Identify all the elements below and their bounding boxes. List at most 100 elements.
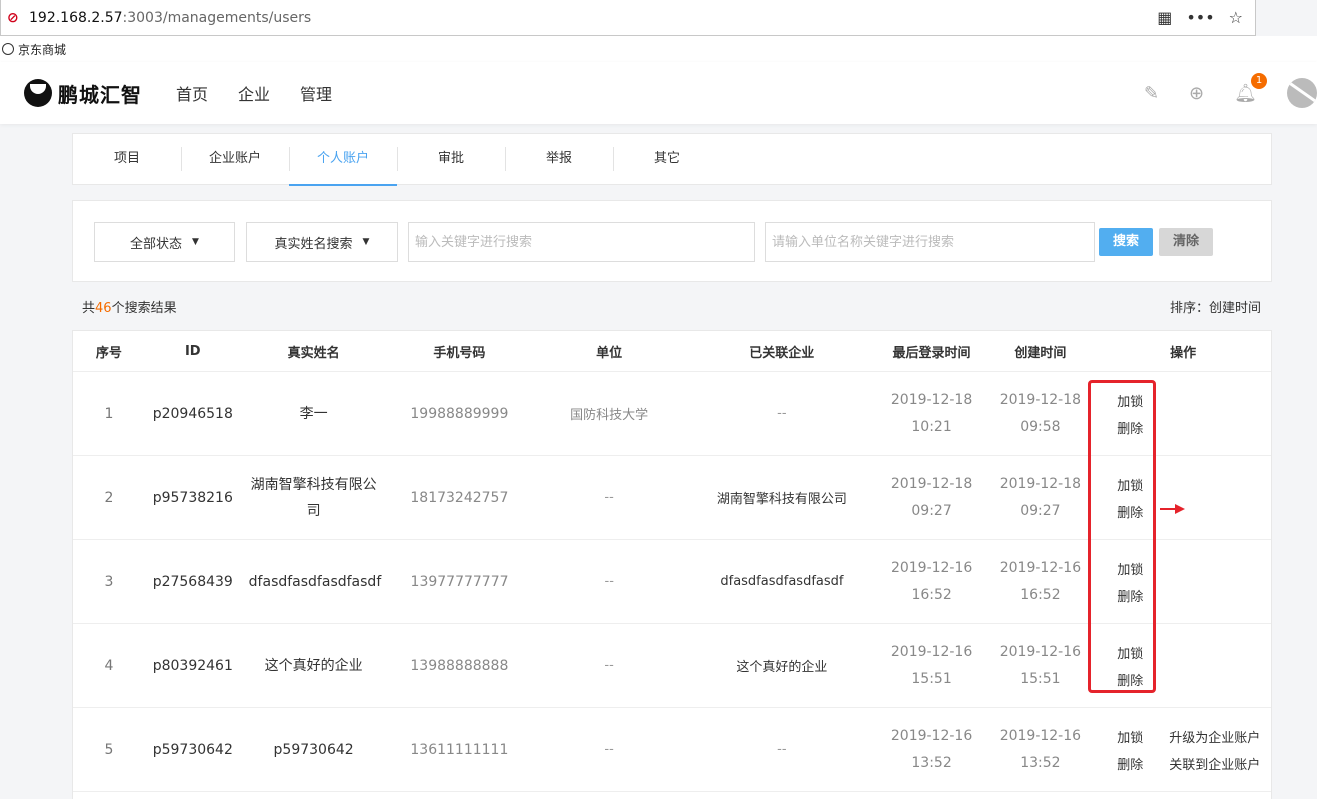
cell-no: 2 [104,489,114,506]
cell-company: 湖南智擎科技有限公司 [716,492,847,507]
tab-other[interactable]: 其它 [613,133,721,185]
cell-name: 李一 [299,405,328,422]
cell-phone: 13611111111 [410,741,509,758]
cell-name: 这个真好的企业 [264,657,363,674]
header-actions: 操作 [1170,345,1197,361]
lock-action[interactable]: 加锁 [1117,727,1169,746]
users-table: 序号 ID 真实姓名 手机号码 单位 已关联企业 最后登录时间 创建时间 操作 … [72,330,1272,799]
org-input[interactable]: 请输入单位名称关键字进行搜索 [765,222,1095,262]
tab-personal-accounts[interactable]: 个人账户 [289,133,397,186]
cell-actions: 加锁 删除 [1095,559,1271,605]
header-id: ID [184,343,201,359]
lock-action[interactable]: 加锁 [1117,391,1169,410]
table-row: 4 p80392461 这个真好的企业 13988888888 -- 这个真好的… [73,624,1271,708]
qr-code-icon[interactable]: ▦ [1157,8,1172,27]
delete-action[interactable]: 删除 [1117,418,1169,437]
cell-no: 3 [104,573,114,590]
filter-bar: 全部状态 ▼ 真实姓名搜索 ▼ 输入关键字进行搜索 请输入单位名称关键字进行搜索 搜… [72,200,1272,282]
cell-name: 湖南智擎科技有限公司 [250,476,377,519]
delete-action[interactable]: 删除 [1117,586,1169,605]
tab-projects[interactable]: 项目 [73,133,181,185]
more-icon[interactable]: ••• [1186,8,1214,27]
avatar[interactable] [1287,78,1317,108]
tab-enterprise-accounts[interactable]: 企业账户 [181,133,289,185]
notification-badge: 1 [1251,72,1267,89]
table-row: 5 p59730642 p59730642 13611111111 -- -- … [73,708,1271,792]
logo-icon [24,79,52,107]
cell-org: -- [604,574,614,589]
clear-button[interactable]: 清除 [1159,228,1213,256]
header-name: 真实姓名 [287,345,340,361]
tab-reports[interactable]: 举报 [505,133,613,185]
edit-icon[interactable]: ✎ [1144,83,1159,104]
cell-org: 国防科技大学 [570,408,649,423]
lock-action[interactable]: 加锁 [1117,643,1169,662]
cell-company: -- [777,406,787,421]
cell-created: 2019-12-18 09:58 [999,391,1082,435]
cell-id: p80392461 [152,657,233,674]
search-field-select-label: 真实姓名搜索 [274,236,353,252]
insecure-lock-icon: ⊘ [7,9,19,26]
caret-down-icon: ▼ [192,237,199,247]
bookmark-star-icon[interactable]: ☆ [1229,8,1243,27]
bookmark-jd[interactable]: 京东商城 [18,41,66,58]
link-enterprise-action[interactable]: 关联到企业账户 [1169,754,1260,773]
cell-id: p59730642 [152,741,233,758]
header-no: 序号 [95,345,122,361]
cell-last-login: 2019-12-18 09:27 [890,475,973,519]
upgrade-to-enterprise-action[interactable]: 升级为企业账户 [1169,727,1260,746]
tab-approval[interactable]: 审批 [397,133,505,185]
bell-icon[interactable]: 🔔︎ 1 [1234,72,1267,104]
add-circle-icon[interactable]: ⊕ [1189,83,1204,104]
cell-no: 5 [104,741,114,758]
search-field-select[interactable]: 真实姓名搜索 ▼ [246,222,398,262]
cell-actions: 加锁 删除 [1095,643,1271,689]
header-created: 创建时间 [1014,345,1067,361]
keyword-input[interactable]: 输入关键字进行搜索 [408,222,755,262]
address-bar[interactable]: ⊘ 192.168.2.57:3003/managements/users ▦ … [0,0,1256,36]
delete-action[interactable]: 删除 [1117,754,1169,773]
cell-actions: 加锁 删除 升级为企业账户 关联到企业账户 [1095,727,1271,773]
cell-org: -- [604,742,614,757]
header-phone: 手机号码 [433,345,486,361]
cell-phone: 13977777777 [410,573,509,590]
header-org: 单位 [596,345,623,361]
result-count-number: 46 [95,301,112,316]
cell-created: 2019-12-18 09:27 [999,475,1082,519]
lock-action[interactable]: 加锁 [1117,475,1169,494]
tab-bar: 项目 企业账户 个人账户 审批 举报 其它 [72,133,1272,186]
status-select[interactable]: 全部状态 ▼ [94,222,235,262]
cell-phone: 18173242757 [410,489,509,506]
table-header: 序号 ID 真实姓名 手机号码 单位 已关联企业 最后登录时间 创建时间 操作 [73,331,1271,372]
globe-icon [2,43,14,55]
cell-created: 2019-12-16 15:51 [999,643,1082,687]
cell-name: dfasdfasdfasdfasdf [248,573,382,590]
cell-no: 1 [104,405,114,422]
nav-home[interactable]: 首页 [176,81,208,105]
cell-last-login: 2019-12-16 13:52 [890,727,973,771]
result-count: 共46个搜索结果 [82,301,177,316]
delete-action[interactable]: 删除 [1117,670,1169,689]
lock-action[interactable]: 加锁 [1117,559,1169,578]
search-button[interactable]: 搜索 [1099,228,1153,256]
table-row: 1 p20946518 李一 19988889999 国防科技大学 -- 201… [73,372,1271,456]
header-company: 已关联企业 [749,345,815,361]
cell-created: 2019-12-16 13:52 [999,727,1082,771]
url-text[interactable]: 192.168.2.57:3003/managements/users [29,10,311,26]
nav-manage[interactable]: 管理 [300,81,332,105]
app-header: 鹏城汇智 首页 企业 管理 ✎ ⊕ 🔔︎ 1 [0,62,1317,124]
cell-last-login: 2019-12-16 15:51 [890,643,973,687]
table-row: 2 p95738216 湖南智擎科技有限公司 18173242757 -- 湖南… [73,456,1271,540]
arrow-left-icon [1160,504,1185,514]
brand-logo[interactable]: 鹏城汇智 [24,79,142,108]
nav-enterprise[interactable]: 企业 [238,81,270,105]
top-nav: 首页 企业 管理 [176,81,332,105]
sort-label[interactable]: 排序：创建时间 [1170,297,1261,316]
cell-actions: 加锁 删除 [1095,391,1271,437]
cell-id: p95738216 [152,489,233,506]
cell-phone: 13988888888 [410,657,509,674]
cell-no: 4 [104,657,114,674]
cell-company: -- [777,742,787,757]
cell-phone: 19988889999 [410,405,509,422]
status-select-label: 全部状态 [130,236,183,252]
